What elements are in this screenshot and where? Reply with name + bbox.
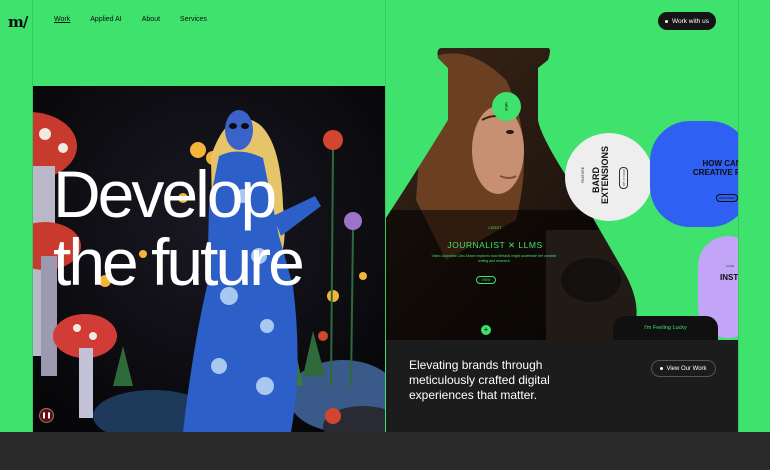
feature-description: Video Journalist Cleo Abram explores how… [431, 254, 557, 263]
nav-applied-ai[interactable]: Applied AI [90, 16, 122, 23]
footer-band [0, 432, 770, 470]
logo[interactable]: m/ [8, 13, 28, 31]
left-strip [0, 0, 33, 432]
right-strip [738, 0, 770, 432]
view-our-work-label: View Our Work [666, 365, 707, 372]
try-it-now-label: TRY IT NOW [621, 169, 626, 187]
try-it-now-button[interactable]: TRY IT NOW [619, 167, 628, 189]
hero-title-line1: Develop [53, 157, 277, 231]
hero-title: Develop the future [53, 157, 305, 299]
hero-media: Develop the future ❚❚ [33, 86, 385, 432]
hero-title-line2: the future [53, 225, 305, 299]
feature-headline[interactable]: JOURNALIST ✕ LLMS [420, 240, 570, 251]
main-nav: Work Applied AI About Services [54, 16, 207, 23]
view-button[interactable]: VIEW [476, 276, 496, 284]
feeling-lucky-button[interactable]: I'm Feeling Lucky [613, 316, 718, 340]
latest-label: LATEST [488, 226, 502, 230]
bard-extensions-title: BARD EXTENSIONS [591, 145, 610, 204]
feature-label: FEATURE [581, 166, 586, 184]
dot-icon [660, 367, 664, 370]
nav-work[interactable]: Work [54, 16, 70, 23]
creative-partner-card[interactable]: HOW CAN CREATIVE PAR DISCOVER [650, 121, 750, 227]
pause-icon: ❚❚ [41, 413, 52, 419]
new-badge: NEW [492, 92, 521, 121]
new-badge-label: NEW [504, 101, 509, 112]
nav-services[interactable]: Services [180, 16, 207, 23]
discover-button[interactable]: DISCOVER [716, 194, 738, 202]
view-our-work-button[interactable]: View Our Work [651, 360, 716, 377]
case-label: CASE [726, 264, 735, 268]
bard-extensions-card[interactable]: FEATURE BARD EXTENSIONS TRY IT NOW [565, 133, 653, 221]
tagline: Elevating brands through meticulously cr… [409, 358, 550, 402]
tagline-panel: Elevating brands through meticulously cr… [386, 340, 738, 432]
pause-button[interactable]: ❚❚ [39, 408, 54, 423]
nav-about[interactable]: About [142, 16, 160, 23]
plus-button[interactable]: + [481, 325, 491, 335]
